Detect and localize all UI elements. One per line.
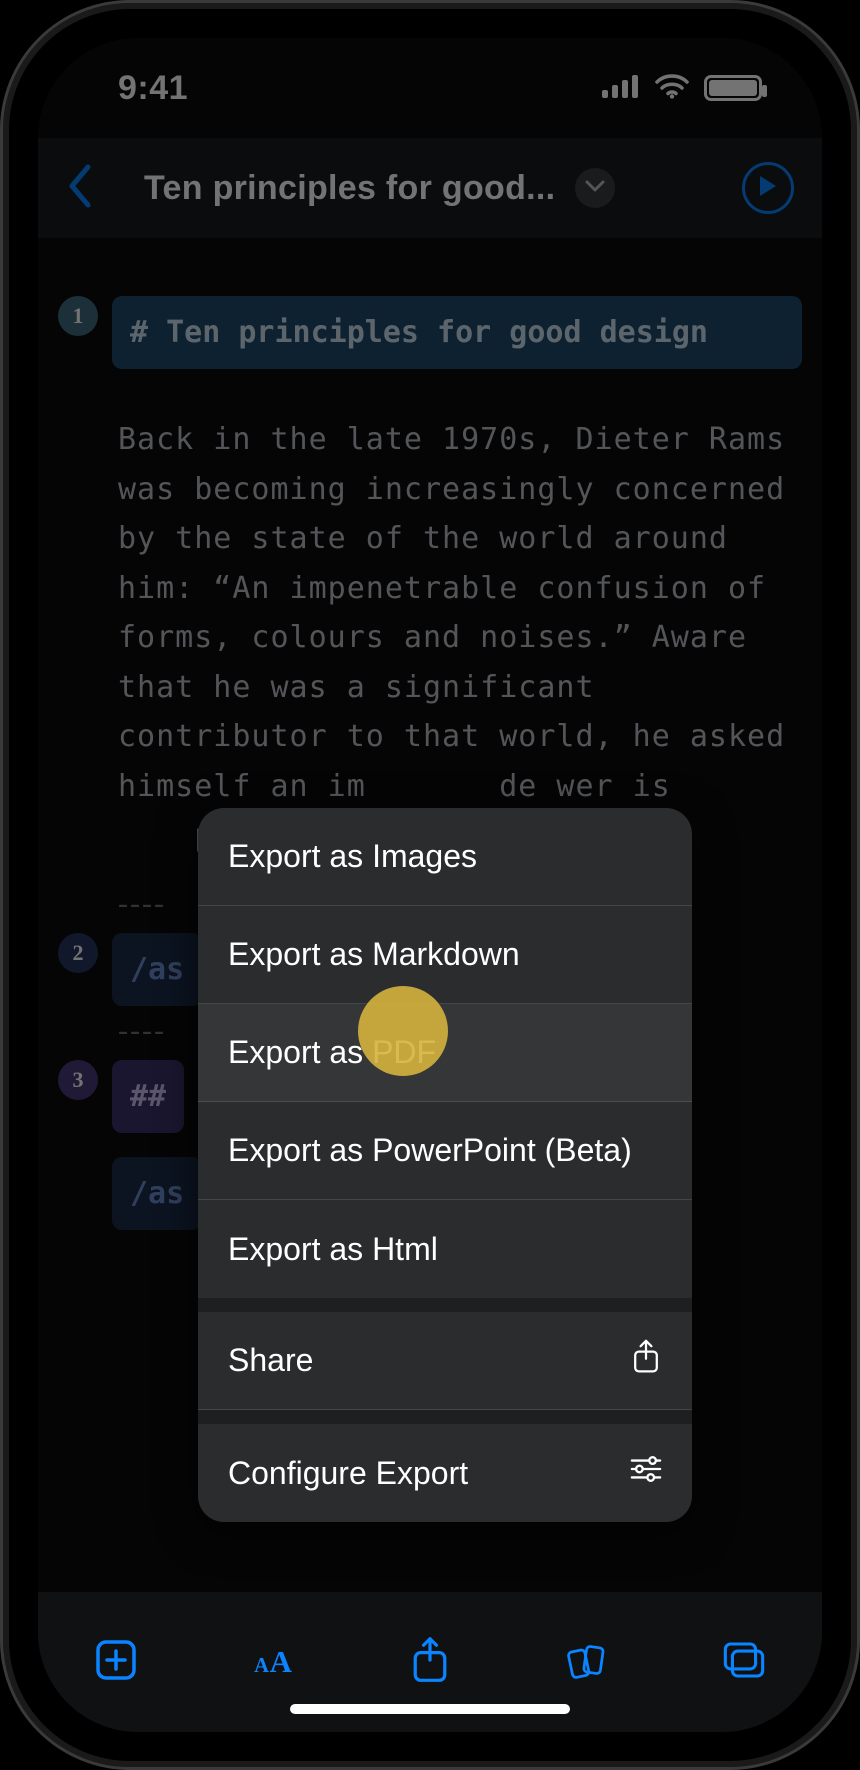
slide-marker-3[interactable]: 3 (58, 1060, 98, 1100)
menu-export-powerpoint[interactable]: Export as PowerPoint (Beta) (198, 1102, 692, 1200)
menu-export-html[interactable]: Export as Html (198, 1200, 692, 1298)
wifi-icon (654, 73, 690, 104)
menu-item-label: Share (228, 1342, 313, 1379)
status-bar: 9:41 (38, 38, 822, 138)
slide-marker-2[interactable]: 2 (58, 933, 98, 973)
menu-export-markdown[interactable]: Export as Markdown (198, 906, 692, 1004)
title-dropdown[interactable] (575, 168, 615, 208)
cellular-icon (602, 74, 640, 103)
menu-export-images[interactable]: Export as Images (198, 808, 692, 906)
gallery-button[interactable] (720, 1636, 768, 1689)
status-time: 9:41 (118, 69, 188, 108)
menu-item-label: Export as PowerPoint (Beta) (228, 1132, 632, 1169)
page-title: Ten principles for good... (144, 169, 555, 208)
menu-share[interactable]: Share (198, 1312, 692, 1410)
sliders-icon (630, 1451, 662, 1495)
menu-item-label: Export as Markdown (228, 936, 520, 973)
asset-block[interactable]: /as (112, 933, 202, 1006)
heading-block[interactable]: # Ten principles for good design (112, 296, 802, 369)
menu-separator (198, 1298, 692, 1312)
nav-bar: Ten principles for good... (38, 138, 822, 238)
menu-item-label: Export as Html (228, 1231, 438, 1268)
menu-separator (198, 1410, 692, 1424)
menu-configure-export[interactable]: Configure Export (198, 1424, 692, 1522)
back-button[interactable] (66, 163, 94, 214)
add-button[interactable] (92, 1636, 140, 1689)
menu-item-label: Export as Images (228, 838, 477, 875)
home-indicator[interactable] (290, 1704, 570, 1714)
touch-indicator (358, 986, 448, 1076)
heading2-block[interactable]: ## (112, 1060, 184, 1133)
menu-item-label: Configure Export (228, 1455, 468, 1492)
slide-marker-1[interactable]: 1 (58, 296, 98, 336)
export-menu: Export as Images Export as Markdown Expo… (198, 808, 692, 1522)
svg-text:A: A (270, 1645, 293, 1679)
battery-icon (704, 75, 762, 101)
theme-button[interactable] (563, 1636, 611, 1689)
play-button[interactable] (742, 162, 794, 214)
share-button[interactable] (406, 1636, 454, 1689)
chevron-down-icon (585, 179, 605, 198)
svg-text:A: A (254, 1655, 269, 1677)
asset-block[interactable]: /as (112, 1157, 202, 1230)
text-format-button[interactable]: AA (249, 1636, 297, 1689)
share-icon (630, 1339, 662, 1383)
play-icon (758, 175, 778, 202)
